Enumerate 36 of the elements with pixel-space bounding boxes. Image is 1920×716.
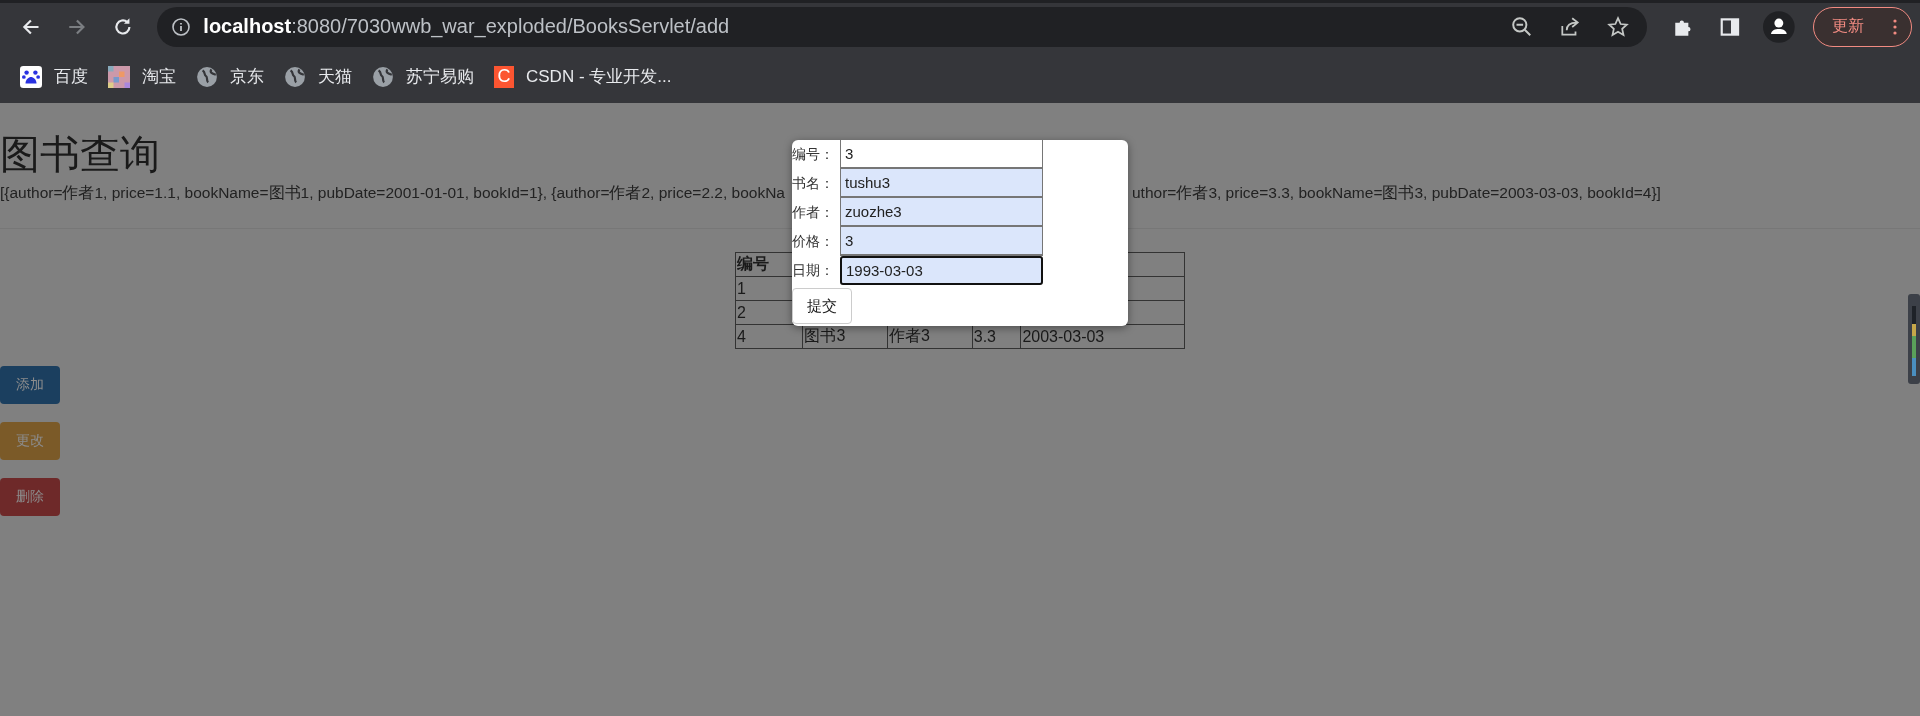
globe-icon [196,65,218,88]
field-label: 编号： [792,145,835,164]
bookmark-link[interactable]: 苏宁易购 [406,65,474,88]
profile-icon[interactable] [1762,10,1795,43]
input-field[interactable]: tushu3 [840,169,1043,198]
page-title: 图书查询 [0,131,160,178]
submit-button[interactable]: 提交 [792,288,852,324]
input-field[interactable]: zuozhe3 [840,198,1043,227]
field-label: 作者： [792,203,835,222]
address-bar[interactable]: localhost:8080/7030wwb_war_exploded/BooksServlet/add [157,6,1648,47]
url-text: localhost:8080/7030wwb_war_exploded/BooksServlet/add [203,15,730,38]
bookmark-link[interactable]: 京东 [230,65,264,88]
info-icon[interactable] [171,16,192,37]
bookmark-link[interactable]: 淘宝 [142,65,176,88]
zoom-out-icon[interactable] [1511,15,1534,38]
share-icon[interactable] [1559,15,1582,38]
more-icon[interactable] [1892,18,1897,35]
field-label: 价格： [792,232,835,251]
bookmark-link[interactable]: 天猫 [318,65,352,88]
level-meter-icon [1908,294,1920,384]
field-label: 书名： [792,174,835,193]
mosaic-icon [108,65,130,88]
input-field[interactable]: 3 [840,140,1043,169]
side-panel-icon[interactable] [1719,15,1741,38]
book-list-text: uthor=作者3, price=3.3, bookName=图书3, pubDate=2003-03-03, bookId=4}] [1132,183,1661,203]
bookmark-link[interactable]: 百度 [54,65,88,88]
input-field[interactable]: 1993-03-03 [840,256,1043,285]
input-field[interactable]: 3 [840,227,1043,256]
star-icon[interactable] [1607,15,1630,38]
globe-icon [372,65,394,88]
book-list-text: [{author=作者1, price=1.1, bookName=图书1, pubDate=2001-01-01, bookId=1}, {author=作者2, price=2.2, bookNa [0,183,785,203]
paw-icon [20,65,42,88]
globe-icon [284,65,306,88]
bookmark-link[interactable]: CSDN - 专业开发... [526,65,672,88]
letter-icon: C [494,65,514,88]
update-button[interactable]: 更新 [1812,6,1912,47]
